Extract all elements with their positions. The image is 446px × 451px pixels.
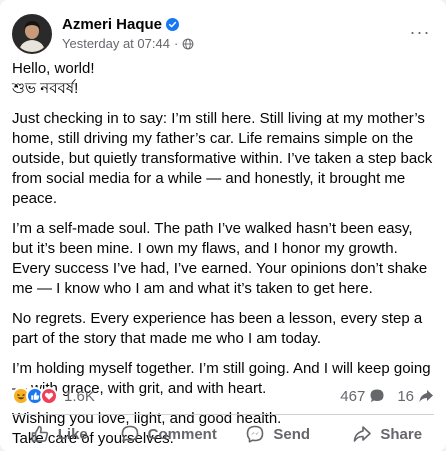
comment-count[interactable]: 467: [340, 388, 385, 405]
post-paragraph: Just checking in to say: I’m still here.…: [12, 110, 433, 207]
meta-separator: ·: [173, 36, 179, 51]
share-button[interactable]: Share: [333, 418, 443, 450]
post-meta: Yesterday at 07:44 ·: [62, 36, 194, 51]
love-icon: [40, 387, 58, 405]
post-card: Azmeri Haque Yesterday at 07:44 · ··· He…: [0, 0, 446, 451]
post-paragraph: I’m a self-made soul. The path I’ve walk…: [12, 220, 428, 297]
verified-badge-icon: [166, 18, 180, 31]
post-greeting: Hello, world! শুভ নববর্ষ!: [12, 59, 436, 99]
comment-button[interactable]: Comment: [114, 418, 224, 450]
reaction-count[interactable]: 1.6K: [64, 388, 95, 405]
like-button[interactable]: Like: [4, 418, 114, 450]
post-header: Azmeri Haque Yesterday at 07:44 · ···: [12, 14, 434, 54]
author-name[interactable]: Azmeri Haque: [62, 16, 162, 33]
share-count-icon: [419, 390, 433, 402]
reaction-icons[interactable]: [12, 387, 58, 405]
like-label: Like: [57, 425, 88, 443]
author-avatar[interactable]: [12, 14, 52, 54]
comment-count-value: 467: [340, 387, 366, 405]
actions-divider: [12, 414, 434, 415]
avatar-image: [14, 16, 50, 52]
share-label: Share: [380, 425, 423, 443]
post-actions: Like Comment Send Share: [4, 418, 442, 450]
post-paragraph: No regrets. Every experience has been a …: [12, 310, 423, 347]
send-button[interactable]: Send: [223, 418, 333, 450]
comment-icon: [121, 425, 138, 442]
more-options-button[interactable]: ···: [406, 18, 434, 46]
author-name-row: Azmeri Haque: [62, 16, 180, 33]
globe-icon[interactable]: [182, 38, 194, 50]
post-timestamp[interactable]: Yesterday at 07:44: [62, 36, 170, 51]
share-arrow-icon: [354, 426, 372, 442]
comment-count-icon: [370, 389, 384, 402]
send-label: Send: [273, 425, 311, 443]
greeting-text: Hello, world!: [12, 60, 95, 77]
comment-label: Comment: [147, 425, 217, 443]
thumbs-up-icon: [31, 425, 48, 442]
share-count-value: 16: [397, 387, 414, 405]
messenger-icon: [247, 425, 264, 443]
reactions-bar: 1.6K 467 16: [12, 386, 434, 406]
engagement-counts: 467 16: [340, 388, 434, 405]
greeting-bengali-text: শুভ নববর্ষ!: [12, 80, 79, 97]
share-count[interactable]: 16: [397, 388, 434, 405]
